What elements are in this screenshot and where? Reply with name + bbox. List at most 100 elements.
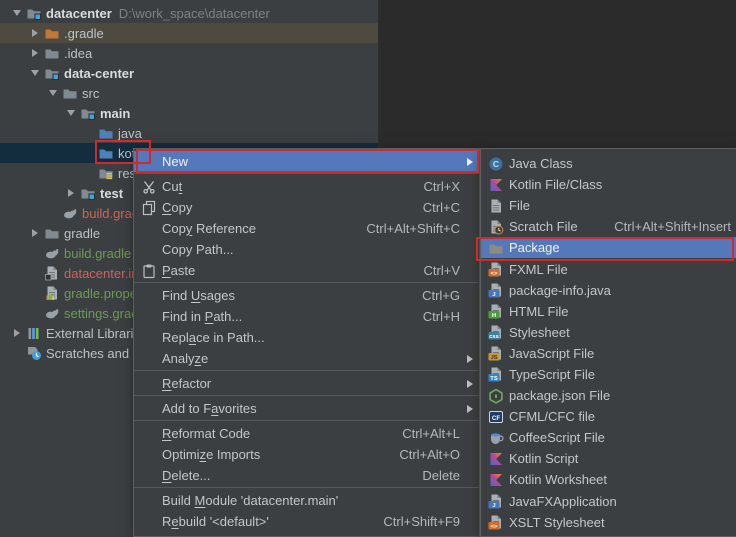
expand-arrow-icon[interactable] <box>26 25 44 41</box>
menu-item-refactor[interactable]: Refactor <box>134 373 479 394</box>
menu-item-html-file[interactable]: HHTML File <box>481 301 736 322</box>
arrow-spacer <box>26 285 44 301</box>
package-info-icon: J <box>488 282 504 298</box>
menu-item-analyze[interactable]: Analyze <box>134 348 479 369</box>
collapse-arrow-icon[interactable] <box>62 105 80 121</box>
submenu-arrow-icon <box>464 355 473 363</box>
menu-item-xslt-stylesheet[interactable]: <>XSLT Stylesheet <box>481 512 736 533</box>
menu-item-find-in-path[interactable]: Find in Path... Ctrl+H <box>134 306 479 327</box>
ide-window: datacenterD:\work_space\datacenter.gradl… <box>0 0 736 537</box>
arrow-spacer <box>26 305 44 321</box>
tree-item-java[interactable]: java <box>0 123 378 143</box>
coffeescript-file-icon <box>488 430 504 446</box>
menu-item-new[interactable]: New <box>134 151 479 172</box>
expand-arrow-icon[interactable] <box>26 45 44 61</box>
arrow-spacer <box>8 345 26 361</box>
icon-spacer <box>140 401 158 417</box>
menu-item-label: Replace in Path... <box>162 330 265 345</box>
menu-item-paste[interactable]: PasteCtrl+V <box>134 260 479 281</box>
menu-item-add-to-favorites[interactable]: Add to Favorites <box>134 398 479 419</box>
paste-icon <box>141 263 157 279</box>
menu-item-cut[interactable]: CutCtrl+X <box>134 176 479 197</box>
tree-item-data-center[interactable]: data-center <box>0 63 378 83</box>
svg-text:J: J <box>492 292 495 298</box>
svg-text:H: H <box>492 313 496 319</box>
menu-item-coffeescript-file[interactable]: CoffeeScript File <box>481 427 736 448</box>
properties-file-icon <box>44 285 60 301</box>
kotlin-file-icon <box>487 177 505 193</box>
menu-item-label: Find Usages <box>162 288 235 303</box>
context-menu: New CutCtrl+XCopyCtrl+CCopy ReferenceCtrl… <box>133 148 480 537</box>
menu-shortcut: Ctrl+H <box>409 309 460 324</box>
package-info-icon: J <box>487 282 505 298</box>
menu-item-label: Find in Path... <box>162 309 242 324</box>
menu-item-label: Copy <box>162 200 192 215</box>
collapse-arrow-icon[interactable] <box>44 85 62 101</box>
svg-text:<>: <> <box>491 271 498 277</box>
menu-item-copy-path[interactable]: Copy Path... <box>134 239 479 260</box>
menu-item-javafxapplication[interactable]: JJavaFXApplication <box>481 491 736 512</box>
menu-item-replace-in-path[interactable]: Replace in Path... <box>134 327 479 348</box>
tree-item-label: .idea <box>64 46 92 61</box>
folder-source-icon <box>98 145 114 161</box>
icon-spacer <box>140 242 158 258</box>
tree-item-idea[interactable]: .idea <box>0 43 378 63</box>
menu-shortcut: Ctrl+Alt+O <box>385 447 460 462</box>
menu-item-find-usages[interactable]: Find UsagesCtrl+G <box>134 285 479 306</box>
javascript-file-icon: JS <box>488 345 504 361</box>
collapse-arrow-icon[interactable] <box>8 5 26 21</box>
menu-item-kotlin-script[interactable]: Kotlin Script <box>481 448 736 469</box>
tree-item-gradle[interactable]: .gradle <box>0 23 378 43</box>
scratches-icon <box>26 345 42 361</box>
menu-item-kotlin-worksheet[interactable]: Kotlin Worksheet <box>481 469 736 490</box>
kotlin-worksheet-icon <box>488 472 504 488</box>
menu-item-stylesheet[interactable]: cssStylesheet <box>481 322 736 343</box>
menu-item-javascript-file[interactable]: JSJavaScript File <box>481 343 736 364</box>
icon-spacer <box>140 351 158 367</box>
expand-arrow-icon[interactable] <box>26 225 44 241</box>
menu-item-label: FXML File <box>509 262 568 277</box>
menu-item-build-module-datacenter-main[interactable]: Build Module 'datacenter.main' <box>134 490 479 511</box>
cut-icon <box>141 179 157 195</box>
menu-item-file[interactable]: File <box>481 195 736 216</box>
menu-item-kotlin-file-class[interactable]: Kotlin File/Class <box>481 174 736 195</box>
menu-item-typescript-file[interactable]: TSTypeScript File <box>481 364 736 385</box>
svg-text:<>: <> <box>491 524 498 530</box>
javafx-application-icon: J <box>487 493 505 509</box>
menu-item-label: Delete... <box>162 468 210 483</box>
menu-item-delete[interactable]: Delete... Delete <box>134 465 479 486</box>
fxml-file-icon: <> <box>488 261 504 277</box>
expand-arrow-icon[interactable] <box>62 185 80 201</box>
menu-item-java-class[interactable]: CJava Class <box>481 153 736 174</box>
collapse-arrow-icon[interactable] <box>26 65 44 81</box>
menu-item-scratch-file[interactable]: Scratch FileCtrl+Alt+Shift+Insert <box>481 216 736 237</box>
menu-item-label: Stylesheet <box>509 325 570 340</box>
tree-item-datacenter[interactable]: datacenterD:\work_space\datacenter <box>0 3 378 23</box>
tree-item-main[interactable]: main <box>0 103 378 123</box>
project-path: D:\work_space\datacenter <box>119 6 270 21</box>
menu-item-reformat-code[interactable]: Reformat CodeCtrl+Alt+L <box>134 423 479 444</box>
expand-arrow-icon[interactable] <box>8 325 26 341</box>
tree-item-src[interactable]: src <box>0 83 378 103</box>
menu-item-rebuild-default[interactable]: Rebuild '<default>'Ctrl+Shift+F9 <box>134 511 479 532</box>
fxml-file-icon: <> <box>487 261 505 277</box>
menu-item-package[interactable]: Package <box>481 237 736 258</box>
menu-item-copy-reference[interactable]: Copy ReferenceCtrl+Alt+Shift+C <box>134 218 479 239</box>
icon-spacer <box>140 376 158 392</box>
menu-item-cfml-cfc-file[interactable]: CFCFML/CFC file <box>481 406 736 427</box>
menu-item-package-json-file[interactable]: package.json File <box>481 385 736 406</box>
menu-item-optimize-imports[interactable]: Optimize ImportsCtrl+Alt+O <box>134 444 479 465</box>
menu-item-package-info-java[interactable]: Jpackage-info.java <box>481 280 736 301</box>
coffeescript-file-icon <box>487 430 505 446</box>
folder-module-icon <box>26 5 42 21</box>
menu-item-copy[interactable]: CopyCtrl+C <box>134 197 479 218</box>
svg-text:TS: TS <box>490 376 498 382</box>
menu-shortcut: Delete <box>408 468 460 483</box>
icon-spacer <box>140 154 158 170</box>
icon-spacer <box>140 468 158 484</box>
menu-item-fxml-file[interactable]: <> FXML File <box>481 258 736 279</box>
menu-item-run-datacenter-main[interactable]: Run 'datacenter.main'Ctrl+Shift+F10 <box>134 532 479 537</box>
typescript-file-icon: TS <box>488 366 504 382</box>
folder-resources-icon <box>98 165 114 181</box>
menu-shortcut: Ctrl+V <box>410 263 460 278</box>
